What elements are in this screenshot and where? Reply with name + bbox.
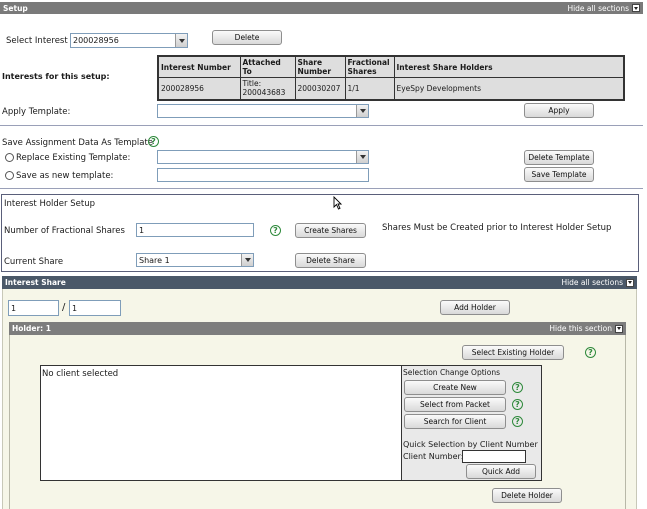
column-header: Fractional Shares xyxy=(344,55,395,78)
delete-holder-button[interactable]: Delete Holder xyxy=(492,488,562,503)
table-cell: 1/1 xyxy=(344,77,395,100)
replace-template-radio[interactable] xyxy=(5,153,14,162)
column-header: Attached To xyxy=(239,55,296,78)
quick-add-button[interactable]: Quick Add xyxy=(466,464,536,479)
fractional-shares-input[interactable]: 1 xyxy=(136,223,254,237)
hide-all-label: Hide all sections xyxy=(567,3,629,13)
hide-section-toggle[interactable]: Hide this section xyxy=(549,324,623,333)
setup-title: Setup xyxy=(3,3,28,13)
search-client-button[interactable]: Search for Client xyxy=(404,414,506,429)
create-new-button[interactable]: Create New xyxy=(404,380,506,395)
table-cell: 200028956 xyxy=(157,77,241,100)
table-row: 200028956 Title: 200043683 200030207 1/1… xyxy=(157,77,625,100)
help-icon[interactable]: ? xyxy=(148,136,159,147)
chevron-down-icon xyxy=(241,254,253,266)
new-template-name-input[interactable] xyxy=(157,168,369,182)
select-interest-label: Select Interest xyxy=(6,36,68,46)
current-share-label: Current Share xyxy=(4,257,64,267)
save-template-label: Save Assignment Data As Template xyxy=(2,138,154,148)
save-new-template-label: Save as new template: xyxy=(16,171,114,181)
interest-share-hide-toggle[interactable]: Hide all sections xyxy=(561,278,634,287)
interest-share-title: Interest Share xyxy=(5,278,66,287)
replace-template-dropdown[interactable] xyxy=(157,150,369,164)
delete-template-button[interactable]: Delete Template xyxy=(524,150,594,165)
quick-selection-title: Quick Selection by Client Number xyxy=(403,440,538,449)
collapse-icon xyxy=(626,278,634,287)
interests-table: Interest Number Attached To Share Number… xyxy=(157,55,625,101)
share-numerator-input[interactable]: 1 xyxy=(8,300,59,316)
shares-note: Shares Must be Created prior to Interest… xyxy=(382,223,612,233)
column-header: Share Number xyxy=(294,55,346,78)
client-number-input[interactable] xyxy=(462,450,526,463)
interests-label: Interests for this setup: xyxy=(2,72,110,81)
delete-interest-button[interactable]: Delete xyxy=(212,30,282,45)
holder-setup-title: Interest Holder Setup xyxy=(4,199,95,209)
fractional-shares-label: Number of Fractional Shares xyxy=(4,226,125,236)
fraction-slash: / xyxy=(62,302,66,313)
share-denominator-input[interactable]: 1 xyxy=(69,300,121,316)
select-interest-value: 200028956 xyxy=(73,36,119,45)
hide-all-label: Hide all sections xyxy=(561,278,623,287)
options-title: Selection Change Options xyxy=(403,368,500,377)
delete-share-button[interactable]: Delete Share xyxy=(295,253,366,268)
save-new-template-radio[interactable] xyxy=(5,171,14,180)
help-icon[interactable]: ? xyxy=(270,225,281,236)
column-header: Interest Number xyxy=(157,55,241,78)
help-icon[interactable]: ? xyxy=(512,416,523,427)
create-shares-button[interactable]: Create Shares xyxy=(295,223,366,238)
table-cell: Title: 200043683 xyxy=(239,77,296,100)
current-share-dropdown[interactable]: Share 1 xyxy=(136,253,254,267)
help-icon[interactable]: ? xyxy=(585,347,596,358)
column-header: Interest Share Holders xyxy=(393,55,625,78)
client-number-label: Client Number: xyxy=(403,452,464,461)
apply-template-dropdown[interactable] xyxy=(157,104,369,118)
help-icon[interactable]: ? xyxy=(512,382,523,393)
add-holder-button[interactable]: Add Holder xyxy=(440,300,510,315)
chevron-down-icon xyxy=(356,151,368,163)
hide-all-sections-toggle[interactable]: Hide all sections xyxy=(567,4,640,13)
interest-share-header-bar: Interest Share Hide all sections xyxy=(2,276,637,289)
no-client-text: No client selected xyxy=(42,369,119,379)
save-template-button[interactable]: Save Template xyxy=(524,167,594,182)
chevron-down-icon xyxy=(356,105,368,117)
replace-template-label: Replace Existing Template: xyxy=(16,153,131,163)
setup-header-bar: Setup Hide all sections xyxy=(0,2,643,14)
select-from-packet-button[interactable]: Select from Packet xyxy=(404,397,506,412)
collapse-icon xyxy=(632,4,640,12)
hide-section-label: Hide this section xyxy=(549,324,612,333)
current-share-value: Share 1 xyxy=(139,255,170,265)
holder-title: Holder: 1 xyxy=(12,324,51,333)
divider xyxy=(0,125,643,126)
chevron-down-icon xyxy=(175,34,187,47)
apply-template-label: Apply Template: xyxy=(2,107,71,117)
apply-button[interactable]: Apply xyxy=(524,103,594,118)
table-header-row: Interest Number Attached To Share Number… xyxy=(157,55,625,78)
divider xyxy=(0,188,643,189)
select-existing-holder-button[interactable]: Select Existing Holder xyxy=(462,345,564,360)
holder-header-bar: Holder: 1 Hide this section xyxy=(9,322,626,335)
help-icon[interactable]: ? xyxy=(512,399,523,410)
table-cell: 200030207 xyxy=(294,77,346,100)
table-cell: EyeSpy Developments xyxy=(393,77,625,100)
select-interest-dropdown[interactable]: 200028956 xyxy=(70,33,188,48)
collapse-icon xyxy=(615,324,623,333)
